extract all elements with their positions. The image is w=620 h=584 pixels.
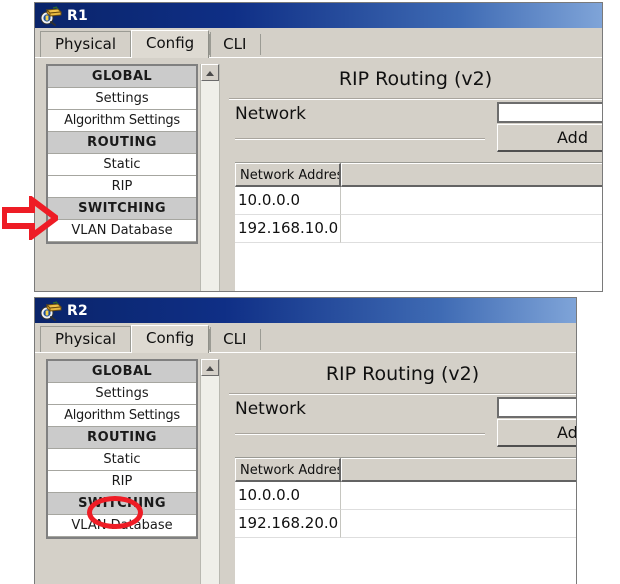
table-header-row: Network Addres	[235, 458, 576, 482]
window-title: R2	[67, 302, 88, 319]
column-header-filler	[341, 163, 602, 187]
tab-physical[interactable]: Physical	[40, 326, 132, 352]
titlebar-r2[interactable]: R2	[35, 298, 576, 323]
config-sidebar-r2: GLOBAL Settings Algorithm Settings ROUTI…	[46, 359, 198, 539]
title-divider	[229, 393, 576, 395]
cell-filler	[341, 482, 576, 510]
config-panel-r1: GLOBAL Settings Algorithm Settings ROUTI…	[35, 57, 602, 291]
sidebar-scrollbar-r1[interactable]	[200, 64, 220, 291]
sidebar-header-switching: SWITCHING	[48, 493, 196, 515]
network-input[interactable]	[497, 102, 602, 123]
sidebar-item-settings[interactable]: Settings	[48, 383, 196, 405]
scroll-up-arrow-icon[interactable]	[201, 359, 219, 376]
add-button[interactable]: Add	[497, 124, 602, 152]
sidebar-item-static[interactable]: Static	[48, 449, 196, 471]
rip-content-r1: RIP Routing (v2) Network Add Network Add…	[229, 58, 602, 291]
add-button[interactable]: Add	[497, 419, 576, 447]
tab-cli[interactable]: CLI	[210, 327, 260, 352]
table-body: 10.0.0.0 192.168.20.0	[235, 482, 576, 538]
tab-divider	[260, 34, 262, 55]
sidebar-header-switching: SWITCHING	[48, 198, 196, 220]
cell-network-address: 192.168.20.0	[235, 510, 341, 538]
column-header-filler	[341, 458, 576, 482]
rip-network-table-r1: Network Addres 10.0.0.0 192.168.10.0	[235, 162, 602, 291]
page-title: RIP Routing (v2)	[338, 68, 493, 90]
page-title: RIP Routing (v2)	[325, 363, 480, 385]
sidebar-item-algorithm-settings[interactable]: Algorithm Settings	[48, 405, 196, 427]
table-row[interactable]: 10.0.0.0	[235, 187, 602, 215]
screenshot-root: R1 Physical Config CLI GLOBAL Settings A…	[0, 0, 620, 584]
tab-physical[interactable]: Physical	[40, 31, 132, 57]
scroll-up-arrow-icon[interactable]	[201, 64, 219, 81]
network-input[interactable]	[497, 397, 576, 418]
table-row[interactable]: 192.168.20.0	[235, 510, 576, 538]
sidebar-item-static[interactable]: Static	[48, 154, 196, 176]
sidebar-header-routing: ROUTING	[48, 132, 196, 154]
cell-filler	[341, 510, 576, 538]
device-window-r1: R1 Physical Config CLI GLOBAL Settings A…	[34, 2, 603, 292]
table-row[interactable]: 192.168.10.0	[235, 215, 602, 243]
network-field-divider	[235, 138, 485, 140]
network-label: Network	[235, 104, 306, 124]
table-header-row: Network Addres	[235, 163, 602, 187]
sidebar-item-vlan-database[interactable]: VLAN Database	[48, 220, 196, 242]
tab-config[interactable]: Config	[131, 325, 210, 353]
router-device-icon	[40, 300, 62, 321]
tabstrip-r1: Physical Config CLI	[35, 28, 602, 58]
cell-network-address: 10.0.0.0	[235, 187, 341, 215]
sidebar-header-global: GLOBAL	[48, 66, 196, 88]
sidebar-item-rip[interactable]: RIP	[48, 176, 196, 198]
rip-content-r2: RIP Routing (v2) Network Add Network Add…	[229, 353, 576, 584]
cell-filler	[341, 187, 602, 215]
sidebar-item-vlan-database[interactable]: VLAN Database	[48, 515, 196, 537]
table-body: 10.0.0.0 192.168.10.0	[235, 187, 602, 243]
column-header-network-address[interactable]: Network Addres	[235, 163, 341, 187]
sidebar-item-settings[interactable]: Settings	[48, 88, 196, 110]
network-label: Network	[235, 399, 306, 419]
tab-cli[interactable]: CLI	[210, 32, 260, 57]
cell-network-address: 10.0.0.0	[235, 482, 341, 510]
table-row[interactable]: 10.0.0.0	[235, 482, 576, 510]
cell-network-address: 192.168.10.0	[235, 215, 341, 243]
sidebar-item-rip[interactable]: RIP	[48, 471, 196, 493]
sidebar-scrollbar-r2[interactable]	[200, 359, 220, 584]
network-field-divider	[235, 433, 485, 435]
router-device-icon	[40, 5, 62, 26]
cell-filler	[341, 215, 602, 243]
window-title: R1	[67, 7, 88, 24]
titlebar-r1[interactable]: R1	[35, 3, 602, 28]
config-sidebar-r1: GLOBAL Settings Algorithm Settings ROUTI…	[46, 64, 198, 244]
sidebar-item-algorithm-settings[interactable]: Algorithm Settings	[48, 110, 196, 132]
config-panel-r2: GLOBAL Settings Algorithm Settings ROUTI…	[35, 352, 576, 584]
sidebar-header-routing: ROUTING	[48, 427, 196, 449]
tab-config[interactable]: Config	[131, 30, 210, 58]
column-header-network-address[interactable]: Network Addres	[235, 458, 341, 482]
tab-divider	[260, 329, 262, 350]
title-divider	[229, 98, 602, 100]
device-window-r2: R2 Physical Config CLI GLOBAL Settings A…	[34, 297, 577, 584]
rip-network-table-r2: Network Addres 10.0.0.0 192.168.20.0	[235, 457, 576, 584]
sidebar-header-global: GLOBAL	[48, 361, 196, 383]
tabstrip-r2: Physical Config CLI	[35, 323, 576, 353]
